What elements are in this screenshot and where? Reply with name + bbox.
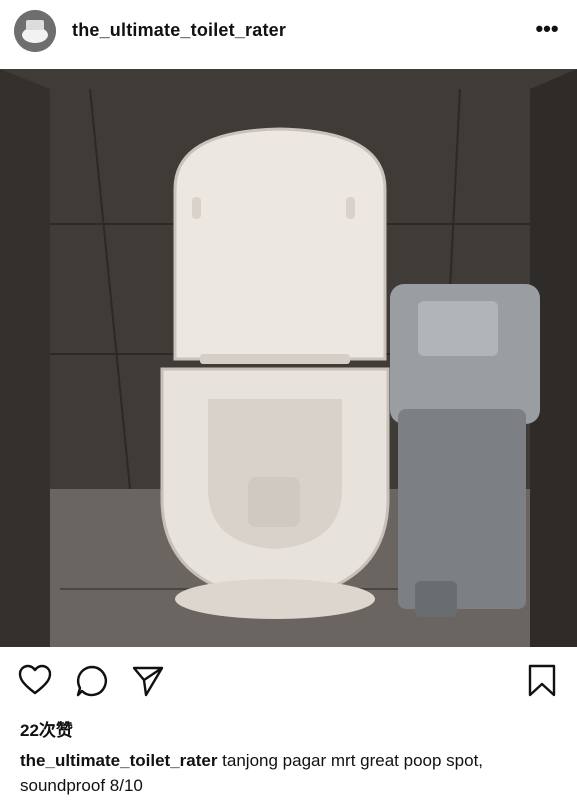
toilet-photo-illustration (0, 69, 577, 647)
post-username[interactable]: the_ultimate_toilet_rater (72, 20, 286, 41)
likes-count[interactable]: 22次赞 (20, 716, 73, 741)
bookmark-icon[interactable] (525, 664, 559, 698)
post-photo[interactable] (0, 69, 577, 647)
avatar-toilet-icon (14, 10, 56, 52)
avatar[interactable] (14, 10, 56, 52)
post-header: the_ultimate_toilet_rater ••• (0, 0, 577, 66)
more-options-button[interactable]: ••• (532, 18, 562, 44)
heart-icon[interactable] (18, 664, 52, 698)
action-bar (0, 660, 577, 704)
comment-icon[interactable] (75, 664, 109, 698)
post-caption: the_ultimate_toilet_rater tanjong pagar … (20, 748, 560, 798)
send-icon[interactable] (131, 664, 165, 698)
caption-username[interactable]: the_ultimate_toilet_rater (20, 751, 217, 770)
